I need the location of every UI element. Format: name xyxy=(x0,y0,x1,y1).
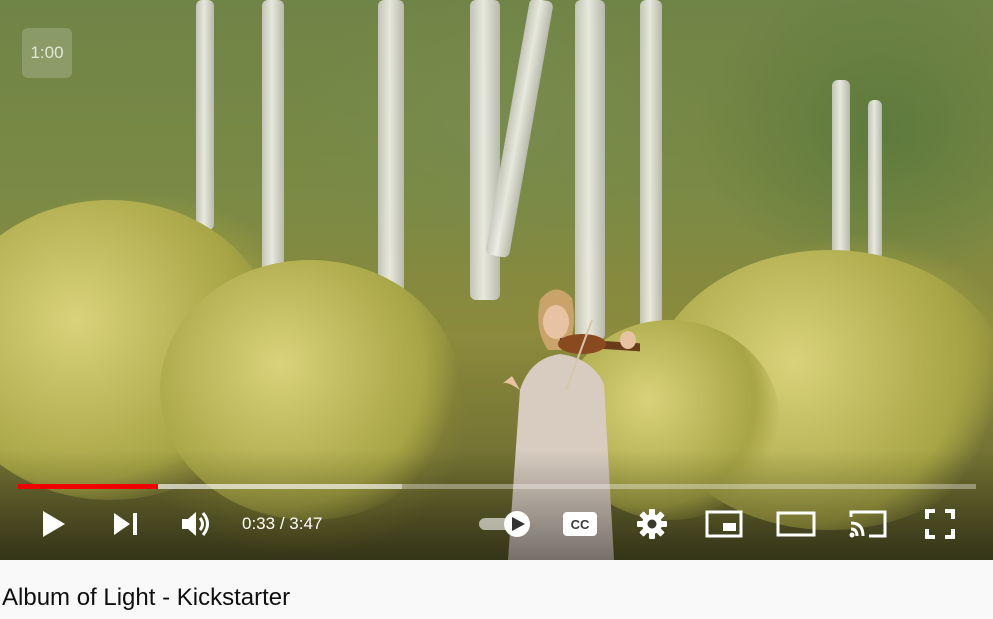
fullscreen-button[interactable] xyxy=(916,500,964,548)
current-time: 0:33 xyxy=(242,514,276,533)
corner-badge: 1:00 xyxy=(22,28,72,78)
volume-icon xyxy=(182,512,209,536)
video-player[interactable]: 1:00 0:33 / 3:47 CC xyxy=(0,0,993,560)
miniplayer-button[interactable] xyxy=(700,500,748,548)
time-separator: / xyxy=(275,514,290,533)
time-display: 0:33 / 3:47 xyxy=(242,513,322,535)
cast-button[interactable] xyxy=(844,500,892,548)
captions-button[interactable]: CC xyxy=(556,500,604,548)
progress-bar[interactable] xyxy=(18,484,976,489)
svg-text:CC: CC xyxy=(571,517,590,532)
next-button[interactable] xyxy=(102,500,150,548)
play-icon xyxy=(43,511,65,537)
video-title: Album of Light - Kickstarter xyxy=(2,584,291,611)
progress-played xyxy=(18,484,158,489)
autoplay-toggle[interactable] xyxy=(476,500,534,548)
theater-mode-icon xyxy=(776,511,816,537)
volume-button[interactable] xyxy=(172,500,220,548)
cast-icon xyxy=(849,510,887,538)
theater-mode-button[interactable] xyxy=(772,500,820,548)
autoplay-toggle-icon xyxy=(479,511,530,537)
settings-button[interactable] xyxy=(628,500,676,548)
play-button[interactable] xyxy=(30,500,78,548)
gear-icon xyxy=(637,509,667,539)
next-icon xyxy=(114,513,137,535)
cc-icon: CC xyxy=(563,512,597,536)
fullscreen-icon xyxy=(925,509,955,539)
duration: 3:47 xyxy=(289,514,323,533)
miniplayer-icon xyxy=(705,510,743,538)
